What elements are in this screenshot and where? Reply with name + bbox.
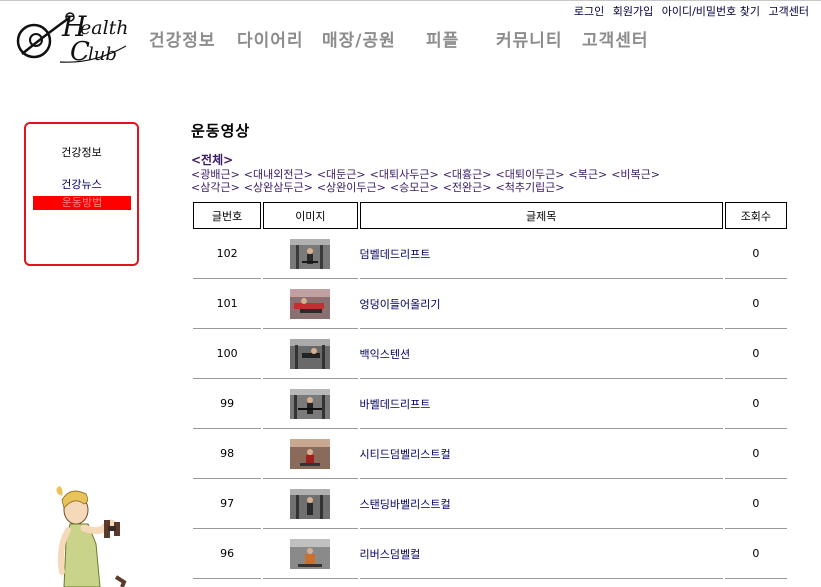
category-pectoralis[interactable]: <대흉근> (443, 168, 492, 181)
video-thumbnail[interactable] (290, 238, 331, 269)
category-erector-spinae[interactable]: <척추기립근> (495, 181, 564, 194)
side-menu-item-health-news[interactable]: 건강뉴스 (26, 176, 137, 192)
view-count: 0 (724, 229, 787, 279)
category-trapezius[interactable]: <승모근> (390, 181, 439, 194)
post-title-link[interactable]: 바벨데드리프트 (360, 398, 431, 411)
table-row: 98 시티드덤벨리스트컬 0 (193, 429, 787, 479)
post-number: 101 (193, 279, 262, 329)
category-quadriceps[interactable]: <대퇴사두근> (370, 168, 439, 181)
nav-community[interactable]: 커뮤니티 (496, 26, 563, 51)
video-thumbnail[interactable] (290, 388, 331, 419)
category-latissimus[interactable]: <광배근> (191, 168, 240, 181)
post-number: 98 (193, 429, 262, 479)
table-row: 96 리버스덤벨컬 0 (193, 529, 787, 579)
find-id-password-link[interactable]: 아이디/비밀번호 찾기 (662, 5, 760, 18)
post-title-link[interactable]: 스탠딩바벨리스트컬 (360, 498, 451, 511)
post-number: 97 (193, 479, 262, 529)
video-list-table: 글번호 이미지 글제목 조회수 102 덤벨데드리프트 0 101 엉덩이들어올… (191, 202, 789, 579)
side-menu-title: 건강정보 (61, 146, 102, 159)
view-count: 0 (724, 479, 787, 529)
nav-health-info[interactable]: 건강정보 (149, 26, 216, 51)
view-count: 0 (724, 329, 787, 379)
side-menu-item-exercise-method[interactable]: 운동방법 (33, 196, 131, 210)
table-row: 100 백익스텐션 0 (193, 329, 787, 379)
health-club-logo[interactable]: H ealth C lub (14, 6, 136, 66)
category-calf[interactable]: <비복근> (611, 168, 660, 181)
category-triceps[interactable]: <상완삼두근> (244, 181, 313, 194)
category-adductor[interactable]: <대내외전근> (244, 168, 313, 181)
logo-text-bottom: lub (88, 44, 117, 65)
nav-customer-center[interactable]: 고객센터 (582, 26, 649, 51)
customer-center-link[interactable]: 고객센터 (769, 5, 809, 18)
column-header-image: 이미지 (263, 202, 358, 229)
post-number: 102 (193, 229, 262, 279)
login-link[interactable]: 로그인 (574, 5, 604, 18)
video-thumbnail[interactable] (290, 488, 331, 519)
nav-people[interactable]: 피플 (426, 26, 459, 51)
post-title-link[interactable]: 덤벨데드리프트 (360, 248, 431, 261)
category-biceps[interactable]: <상완이두근> (317, 181, 386, 194)
post-title-link[interactable]: 엉덩이들어올리기 (360, 298, 441, 311)
category-all-link[interactable]: <전체> (191, 151, 233, 168)
category-forearm[interactable]: <전완근> (443, 181, 492, 194)
video-thumbnail[interactable] (290, 438, 331, 469)
view-count: 0 (724, 279, 787, 329)
video-thumbnail[interactable] (290, 338, 331, 369)
column-header-title: 글제목 (359, 202, 723, 229)
video-thumbnail[interactable] (290, 538, 331, 569)
category-deltoid[interactable]: <삼각근> (191, 181, 240, 194)
signup-link[interactable]: 회원가입 (613, 5, 653, 18)
nav-diary[interactable]: 다이어리 (237, 26, 304, 51)
category-hamstring[interactable]: <대퇴이두근> (495, 168, 564, 181)
nav-store-park[interactable]: 매장/공원 (322, 26, 396, 51)
table-row: 101 엉덩이들어올리기 0 (193, 279, 787, 329)
logo-text-top: ealth (80, 17, 129, 39)
post-title-link[interactable]: 리버스덤벨컬 (360, 548, 421, 561)
column-header-number: 글번호 (193, 202, 262, 229)
table-row: 99 바벨데드리프트 0 (193, 379, 787, 429)
page-title: 운동영상 (191, 122, 251, 140)
category-abs[interactable]: <복근> (569, 168, 608, 181)
view-count: 0 (724, 529, 787, 579)
top-border-line (0, 0, 821, 1)
fitness-girl-illustration (56, 486, 127, 587)
video-thumbnail[interactable] (290, 288, 331, 319)
category-list: <광배근> <대내외전근> <대둔근> <대퇴사두근> <대흉근> <대퇴이두근> <복근>… (191, 168, 711, 194)
side-menu: 건강정보 건강뉴스 운동방법 (24, 122, 139, 266)
post-title-link[interactable]: 시티드덤벨리스트컬 (360, 448, 451, 461)
column-header-views: 조회수 (724, 202, 787, 229)
post-number: 100 (193, 329, 262, 379)
post-number: 99 (193, 379, 262, 429)
utility-links: 로그인 회원가입 아이디/비밀번호 찾기 고객센터 (569, 3, 809, 19)
table-row: 102 덤벨데드리프트 0 (193, 229, 787, 279)
post-title-link[interactable]: 백익스텐션 (360, 348, 411, 361)
view-count: 0 (724, 379, 787, 429)
table-row: 97 스탠딩바벨리스트컬 0 (193, 479, 787, 529)
category-gluteus[interactable]: <대둔근> (317, 168, 366, 181)
post-number: 96 (193, 529, 262, 579)
view-count: 0 (724, 429, 787, 479)
